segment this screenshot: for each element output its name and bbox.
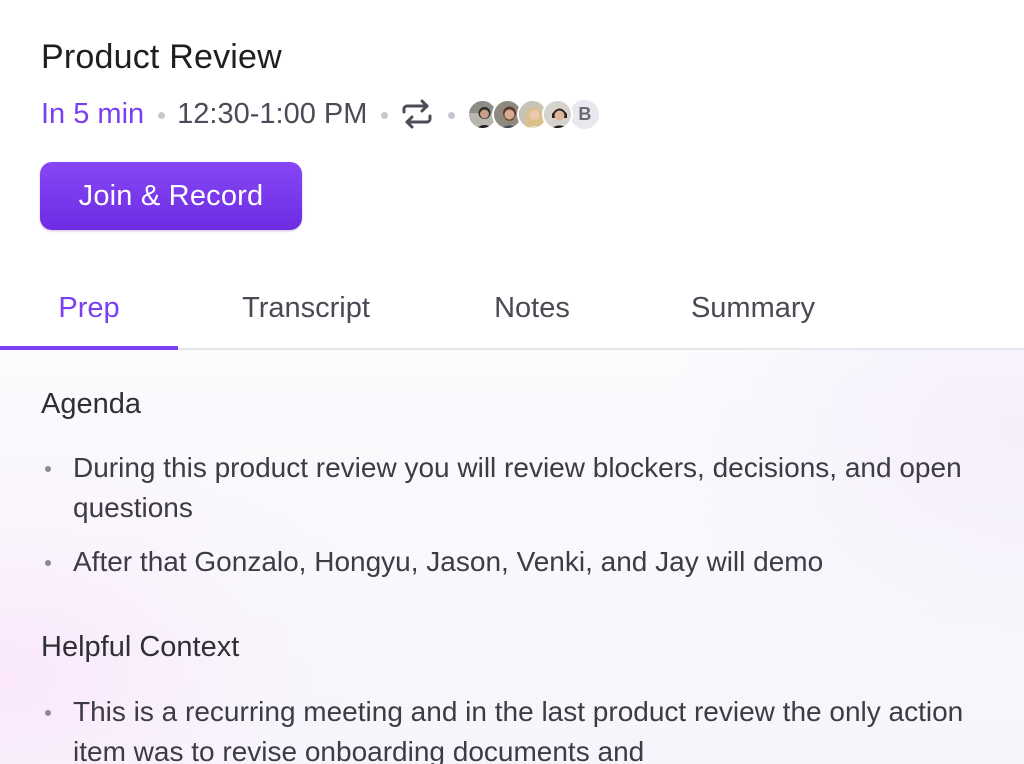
list-item: During this product review you will revi… bbox=[41, 448, 981, 528]
list-item-text: During this product review you will revi… bbox=[73, 452, 962, 523]
tab-summary[interactable]: Summary bbox=[668, 268, 838, 348]
prep-panel: Agenda During this product review you wi… bbox=[0, 350, 1024, 764]
meeting-meta-row: In 5 min 12:30-1:00 PM B bbox=[41, 94, 602, 134]
bullet-icon bbox=[45, 466, 51, 472]
avatar-initial[interactable]: B bbox=[568, 97, 602, 131]
repeat-icon bbox=[402, 99, 432, 129]
agenda-heading: Agenda bbox=[41, 388, 141, 420]
list-item-text: After that Gonzalo, Hongyu, Jason, Venki… bbox=[73, 546, 824, 577]
list-item-text: This is a recurring meeting and in the l… bbox=[73, 696, 964, 764]
separator-dot bbox=[158, 111, 166, 119]
separator-dot bbox=[448, 111, 456, 119]
bullet-icon bbox=[45, 560, 51, 566]
tab-bar: Prep Transcript Notes Summary bbox=[0, 268, 1024, 350]
meeting-title: Product Review bbox=[41, 38, 282, 76]
list-item: After that Gonzalo, Hongyu, Jason, Venki… bbox=[41, 542, 981, 582]
context-list: This is a recurring meeting and in the l… bbox=[41, 692, 981, 764]
join-record-button[interactable]: Join & Record bbox=[40, 162, 302, 230]
separator-dot bbox=[381, 111, 389, 119]
helpful-context-heading: Helpful Context bbox=[41, 631, 240, 663]
attendee-avatars[interactable]: B bbox=[467, 97, 602, 131]
agenda-list: During this product review you will revi… bbox=[41, 448, 981, 596]
tab-transcript[interactable]: Transcript bbox=[214, 268, 398, 348]
avatar[interactable] bbox=[542, 98, 574, 130]
tab-prep[interactable]: Prep bbox=[0, 268, 178, 348]
list-item: This is a recurring meeting and in the l… bbox=[41, 692, 981, 764]
tab-notes[interactable]: Notes bbox=[472, 268, 592, 348]
bullet-icon bbox=[45, 710, 51, 716]
meeting-header: Product Review In 5 min 12:30-1:00 PM B … bbox=[0, 0, 1024, 350]
time-until-label: In 5 min bbox=[41, 97, 145, 130]
time-range-label: 12:30-1:00 PM bbox=[177, 97, 368, 130]
